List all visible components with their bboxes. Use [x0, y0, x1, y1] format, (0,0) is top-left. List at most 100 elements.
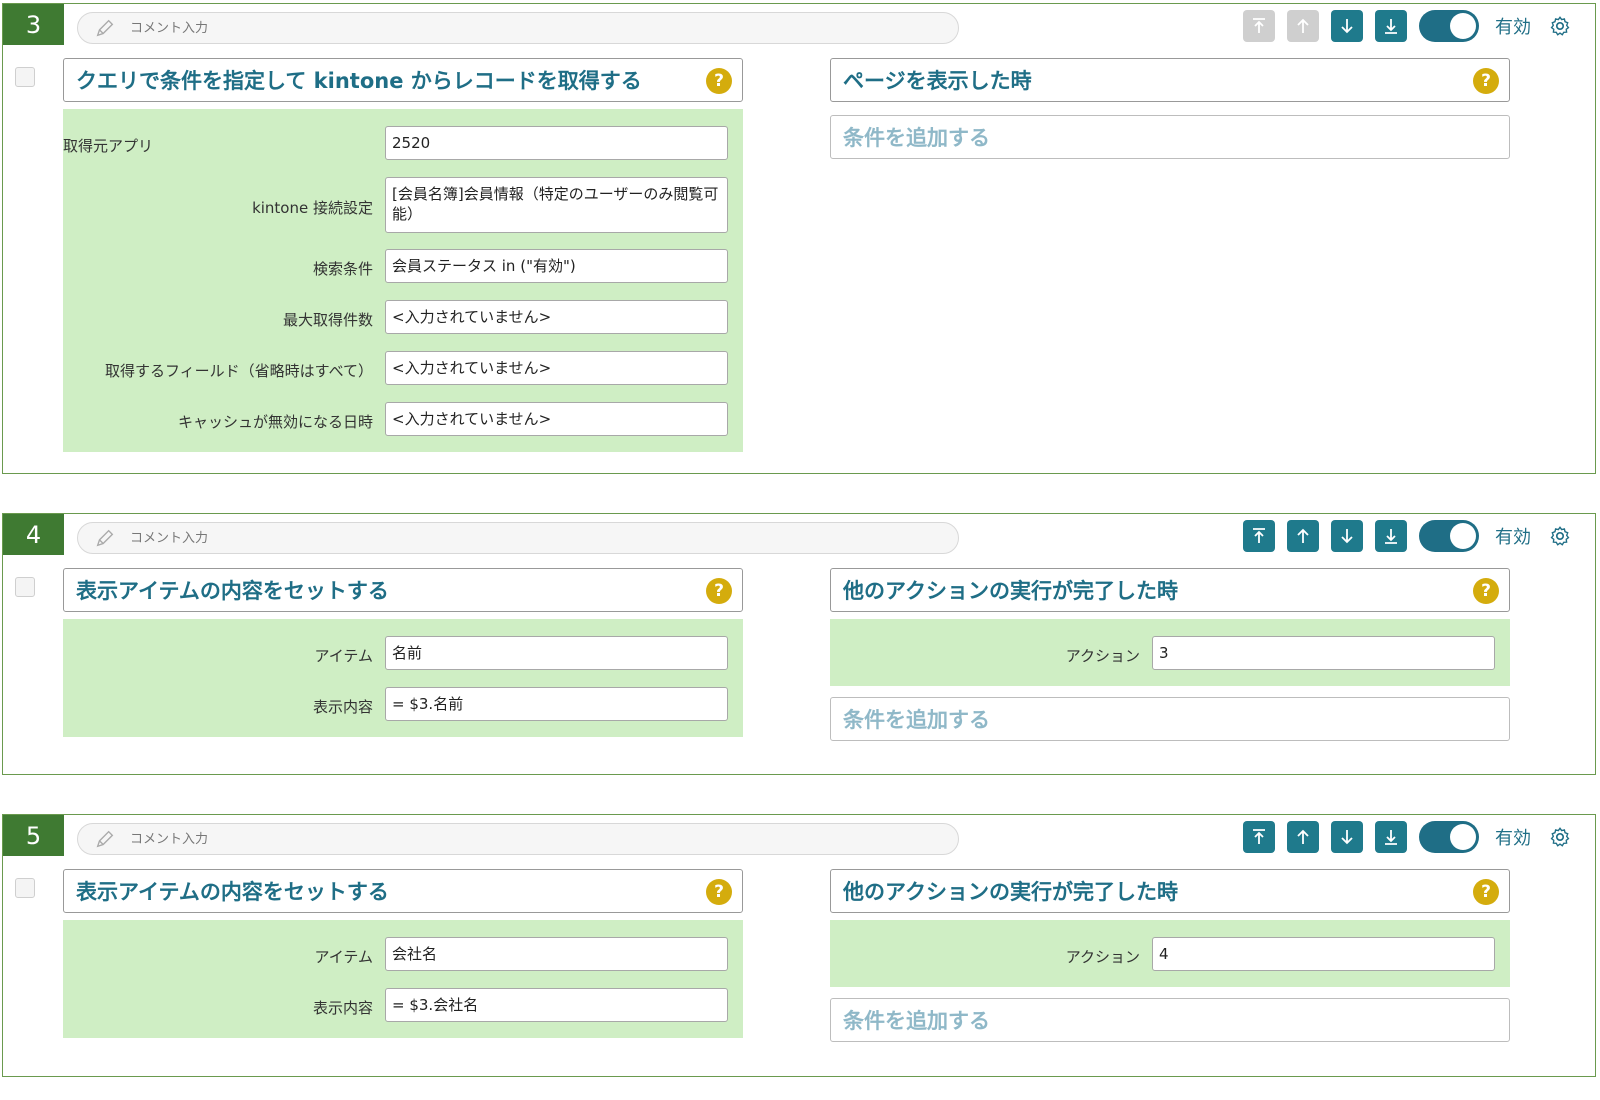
- add-condition-label: 条件を追加する: [843, 126, 990, 150]
- comment-field[interactable]: [77, 12, 959, 44]
- trigger-title: ページを表示した時: [843, 69, 1032, 93]
- field-label: 検索条件: [312, 260, 373, 278]
- select-checkbox[interactable]: [15, 577, 35, 597]
- move-top-button[interactable]: [1243, 10, 1275, 42]
- add-condition-button[interactable]: 条件を追加する: [830, 998, 1510, 1042]
- field-label: アイテム: [314, 647, 373, 665]
- move-top-icon: [1253, 528, 1265, 543]
- trigger-field-label: アクション: [1065, 647, 1140, 665]
- toggle-knob: [1450, 824, 1476, 850]
- toolbar: 有効: [1243, 821, 1571, 853]
- action-block-5: 5 有効 表示アイテムの内容をセットする ? アイテム 会社名 表示内容 = $…: [2, 814, 1596, 1077]
- add-condition-button[interactable]: 条件を追加する: [830, 697, 1510, 741]
- trigger-field-value[interactable]: 3: [1152, 636, 1495, 670]
- trigger-header[interactable]: 他のアクションの実行が完了した時 ?: [830, 568, 1510, 612]
- help-icon[interactable]: ?: [706, 578, 732, 604]
- field-value[interactable]: = $3.名前: [385, 687, 728, 721]
- move-up-button[interactable]: [1287, 520, 1319, 552]
- field-label: 取得元アプリ: [63, 137, 154, 155]
- help-icon[interactable]: ?: [1473, 879, 1499, 905]
- comment-input[interactable]: [128, 19, 912, 37]
- move-down-button[interactable]: [1331, 821, 1363, 853]
- trigger-settings-panel: アクション 4: [830, 920, 1510, 987]
- field-label: 表示内容: [312, 999, 373, 1017]
- move-bottom-button[interactable]: [1375, 10, 1407, 42]
- trigger-header[interactable]: ページを表示した時 ?: [830, 58, 1510, 102]
- enabled-label: 有効: [1495, 17, 1531, 38]
- move-bottom-icon: [1385, 19, 1397, 34]
- action-header[interactable]: 表示アイテムの内容をセットする ?: [63, 869, 743, 913]
- field-label: キャッシュが無効になる日時: [177, 413, 373, 431]
- help-icon[interactable]: ?: [1473, 68, 1499, 94]
- action-title: 表示アイテムの内容をセットする: [76, 880, 389, 904]
- move-down-button[interactable]: [1331, 10, 1363, 42]
- add-condition-button[interactable]: 条件を追加する: [830, 115, 1510, 159]
- action-settings-panel: アイテム 名前 表示内容 = $3.名前: [63, 619, 743, 737]
- move-top-button[interactable]: [1243, 520, 1275, 552]
- gear-icon[interactable]: [1549, 826, 1571, 848]
- field-value[interactable]: 2520: [385, 126, 728, 160]
- action-title: 表示アイテムの内容をセットする: [76, 579, 389, 603]
- add-condition-label: 条件を追加する: [843, 708, 990, 732]
- gear-icon[interactable]: [1549, 15, 1571, 37]
- arrow-down-icon: [1341, 529, 1353, 544]
- help-icon[interactable]: ?: [1473, 578, 1499, 604]
- arrow-up-icon: [1297, 829, 1309, 844]
- arrow-down-icon: [1341, 19, 1353, 34]
- pencil-icon: [96, 830, 114, 848]
- help-icon[interactable]: ?: [706, 879, 732, 905]
- enabled-label: 有効: [1495, 828, 1531, 849]
- move-bottom-button[interactable]: [1375, 821, 1407, 853]
- toggle-knob: [1450, 523, 1476, 549]
- action-number: 5: [3, 815, 64, 856]
- field-value[interactable]: [会員名簿]会員情報（特定のユーザーのみ閲覧可能）: [385, 177, 728, 233]
- move-top-button[interactable]: [1243, 821, 1275, 853]
- select-checkbox[interactable]: [15, 67, 35, 87]
- comment-field[interactable]: [77, 823, 959, 855]
- field-label: アイテム: [314, 948, 373, 966]
- gear-icon[interactable]: [1549, 525, 1571, 547]
- action-title: クエリで条件を指定して kintone からレコードを取得する: [76, 69, 642, 93]
- field-value[interactable]: = $3.会社名: [385, 988, 728, 1022]
- select-checkbox[interactable]: [15, 878, 35, 898]
- move-up-button[interactable]: [1287, 821, 1319, 853]
- comment-field[interactable]: [77, 522, 959, 554]
- field-value[interactable]: 名前: [385, 636, 728, 670]
- field-value[interactable]: 会社名: [385, 937, 728, 971]
- move-bottom-icon: [1385, 529, 1397, 544]
- action-number: 3: [3, 4, 64, 45]
- trigger-field-label: アクション: [1065, 948, 1140, 966]
- trigger-title: 他のアクションの実行が完了した時: [843, 579, 1178, 603]
- action-number: 4: [3, 514, 64, 555]
- move-down-button[interactable]: [1331, 520, 1363, 552]
- action-block-4: 4 有効 表示アイテムの内容をセットする ? アイテム 名前 表示内容 = $3…: [2, 513, 1596, 775]
- field-value[interactable]: <入力されていません>: [385, 300, 728, 334]
- help-icon[interactable]: ?: [706, 68, 732, 94]
- action-settings-panel: アイテム 会社名 表示内容 = $3.会社名: [63, 920, 743, 1038]
- field-value[interactable]: 会員ステータス in ("有効"): [385, 249, 728, 283]
- action-header[interactable]: クエリで条件を指定して kintone からレコードを取得する ?: [63, 58, 743, 102]
- trigger-field-value[interactable]: 4: [1152, 937, 1495, 971]
- action-header[interactable]: 表示アイテムの内容をセットする ?: [63, 568, 743, 612]
- move-top-icon: [1253, 829, 1265, 844]
- move-up-button[interactable]: [1287, 10, 1319, 42]
- enable-toggle[interactable]: [1419, 520, 1479, 552]
- comment-input[interactable]: [128, 830, 912, 848]
- field-label: 取得するフィールド（省略時はすべて）: [104, 362, 373, 380]
- arrow-up-icon: [1297, 528, 1309, 543]
- field-value[interactable]: <入力されていません>: [385, 351, 728, 385]
- toolbar: 有効: [1243, 10, 1571, 42]
- toolbar: 有効: [1243, 520, 1571, 552]
- field-label: 最大取得件数: [282, 311, 373, 329]
- pencil-icon: [96, 19, 114, 37]
- action-settings-panel: 取得元アプリ 2520 kintone 接続設定 [会員名簿]会員情報（特定のユ…: [63, 109, 743, 452]
- enable-toggle[interactable]: [1419, 821, 1479, 853]
- trigger-title: 他のアクションの実行が完了した時: [843, 880, 1178, 904]
- field-value[interactable]: <入力されていません>: [385, 402, 728, 436]
- arrow-up-icon: [1297, 18, 1309, 33]
- move-bottom-button[interactable]: [1375, 520, 1407, 552]
- comment-input[interactable]: [128, 529, 912, 547]
- enable-toggle[interactable]: [1419, 10, 1479, 42]
- trigger-header[interactable]: 他のアクションの実行が完了した時 ?: [830, 869, 1510, 913]
- action-block-3: 3 有効 クエリで条件を指定して kintone からレコードを取得する ? 取…: [2, 3, 1596, 474]
